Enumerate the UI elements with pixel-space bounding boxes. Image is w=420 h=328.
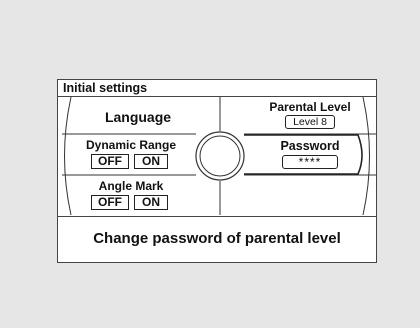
language-item[interactable]: Language [88, 109, 188, 125]
angle-mark-off-button[interactable]: OFF [91, 195, 129, 210]
dynamic-range-on-button[interactable]: ON [134, 154, 168, 169]
dynamic-range-label: Dynamic Range [85, 138, 177, 152]
initial-settings-screen: Initial settings Language Dynamic Range … [57, 79, 377, 263]
parental-level-value: Level 8 [285, 115, 335, 129]
help-text: Change password of parental level [58, 216, 376, 263]
password-label[interactable]: Password [254, 139, 366, 153]
parental-level-label[interactable]: Parental Level [254, 100, 366, 114]
angle-mark-label: Angle Mark [98, 179, 164, 193]
screen-title: Initial settings [58, 80, 376, 97]
dynamic-range-off-button[interactable]: OFF [91, 154, 129, 169]
settings-panel: Language Dynamic Range OFF ON Angle Mark… [58, 97, 376, 215]
password-value: **** [282, 155, 338, 169]
angle-mark-on-button[interactable]: ON [134, 195, 168, 210]
